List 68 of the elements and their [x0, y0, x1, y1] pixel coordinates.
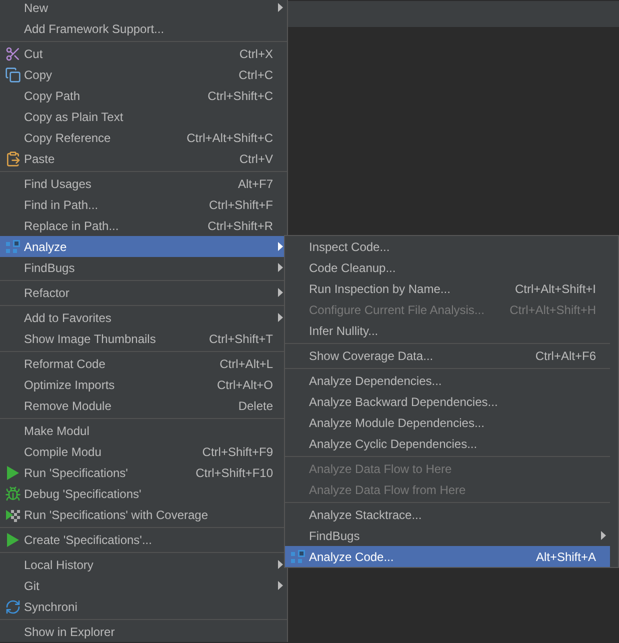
menu-item[interactable]: Find in Path... Ctrl+Shift+F: [0, 194, 287, 215]
menu-item[interactable]: Analyze Backward Dependencies...: [285, 391, 610, 412]
shortcut-text: Ctrl+C: [238, 66, 273, 84]
shortcut-text: Ctrl+X: [239, 46, 273, 62]
menu-item[interactable]: Remove Module Delete: [0, 395, 287, 416]
menu-item[interactable]: Analyze Dependencies...: [285, 370, 610, 391]
menu-item[interactable]: Show Coverage Data... Ctrl+Alt+F6: [285, 345, 610, 366]
sync-icon: [5, 598, 21, 614]
shortcut-text: Alt+Shift+A: [536, 548, 596, 566]
menu-item[interactable]: Refactor: [0, 282, 287, 303]
shortcut-text: Ctrl+Shift+T: [208, 330, 273, 348]
paste-icon: [5, 150, 21, 166]
menu-item[interactable]: Create 'Specifications'...: [0, 529, 287, 550]
shortcut-text: Ctrl+Alt+F6: [535, 348, 596, 364]
menu-item[interactable]: Git: [0, 575, 287, 596]
shortcut-text: Ctrl+V: [239, 150, 273, 168]
analyze-icon: [5, 238, 21, 254]
shortcut-text: Ctrl+Shift+R: [208, 218, 273, 234]
menu-item[interactable]: Infer Nullity...: [285, 320, 610, 341]
menu-item[interactable]: Compile Modu Ctrl+Shift+F9: [0, 441, 287, 462]
run-icon: [6, 464, 20, 480]
menu-item[interactable]: Run Inspection by Name... Ctrl+Alt+Shift+I: [285, 278, 610, 299]
shortcut-text: Ctrl+Alt+Shift+C: [186, 130, 273, 146]
shortcut-text: Ctrl+Shift+F9: [202, 444, 273, 460]
menu-item[interactable]: Make Modul: [0, 420, 287, 441]
menu-item[interactable]: Optimize Imports Ctrl+Alt+O: [0, 374, 287, 395]
menu-item[interactable]: Copy Path Ctrl+Shift+C: [0, 85, 287, 106]
menu-item[interactable]: Run 'Specifications' Ctrl+Shift+F10: [0, 462, 287, 483]
scissors-icon: [5, 46, 21, 62]
menu-item[interactable]: Add to Favorites: [0, 307, 287, 328]
menu-item[interactable]: Inspect Code...: [285, 236, 610, 257]
analyze-icon: [290, 548, 306, 564]
shortcut-text: Ctrl+Shift+F: [208, 196, 273, 214]
shortcut-text: Alt+F7: [238, 176, 273, 192]
menu-item[interactable]: Copy as Plain Text: [0, 106, 287, 127]
menu-item[interactable]: Show in Explorer: [0, 621, 287, 642]
shortcut-text: Ctrl+Alt+Shift+H: [510, 302, 596, 318]
copy-icon: [5, 66, 21, 82]
shortcut-text: Ctrl+Alt+L: [220, 356, 273, 372]
menu-item[interactable]: Cut Ctrl+X: [0, 43, 287, 64]
menu-item[interactable]: Run 'Specifications' with Coverage: [0, 504, 287, 525]
menu-item[interactable]: Reformat Code Ctrl+Alt+L: [0, 353, 287, 374]
menu-item[interactable]: Copy Reference Ctrl+Alt+Shift+C: [0, 127, 287, 148]
menu-item[interactable]: Analyze: [0, 236, 287, 257]
menu-item[interactable]: Replace in Path... Ctrl+Shift+R: [0, 215, 287, 236]
menu-item[interactable]: Synchroni: [0, 596, 287, 617]
menu-item[interactable]: Code Cleanup...: [285, 257, 610, 278]
bug-icon: [5, 486, 21, 502]
menu-item[interactable]: FindBugs: [0, 257, 287, 278]
menu-item[interactable]: Analyze Code... Alt+Shift+A: [285, 546, 610, 567]
shortcut-text: Ctrl+Shift+C: [208, 88, 273, 104]
menu-item[interactable]: Copy Ctrl+C: [0, 64, 287, 85]
shortcut-text: Ctrl+Alt+Shift+I: [514, 280, 596, 298]
menu-item[interactable]: Local History: [0, 554, 287, 575]
menu-item[interactable]: Paste Ctrl+V: [0, 148, 287, 169]
shortcut-text: Ctrl+Alt+O: [216, 376, 273, 394]
shortcut-text: Ctrl+Shift+F10: [196, 464, 273, 482]
menu-item[interactable]: Analyze Module Dependencies...: [285, 412, 610, 433]
menu-item[interactable]: Find Usages Alt+F7: [0, 173, 287, 194]
shortcut-text: Delete: [238, 398, 273, 414]
menu-item[interactable]: New: [0, 0, 287, 18]
menu-item[interactable]: Analyze Cyclic Dependencies...: [285, 433, 610, 454]
run-icon: [6, 532, 20, 548]
menu-item[interactable]: Show Image Thumbnails Ctrl+Shift+T: [0, 328, 287, 349]
menu-item[interactable]: FindBugs: [285, 525, 610, 546]
menu-item[interactable]: Add Framework Support...: [0, 18, 287, 39]
menu-item[interactable]: Analyze Stacktrace...: [285, 504, 610, 525]
menu-item[interactable]: Debug 'Specifications': [0, 483, 287, 504]
